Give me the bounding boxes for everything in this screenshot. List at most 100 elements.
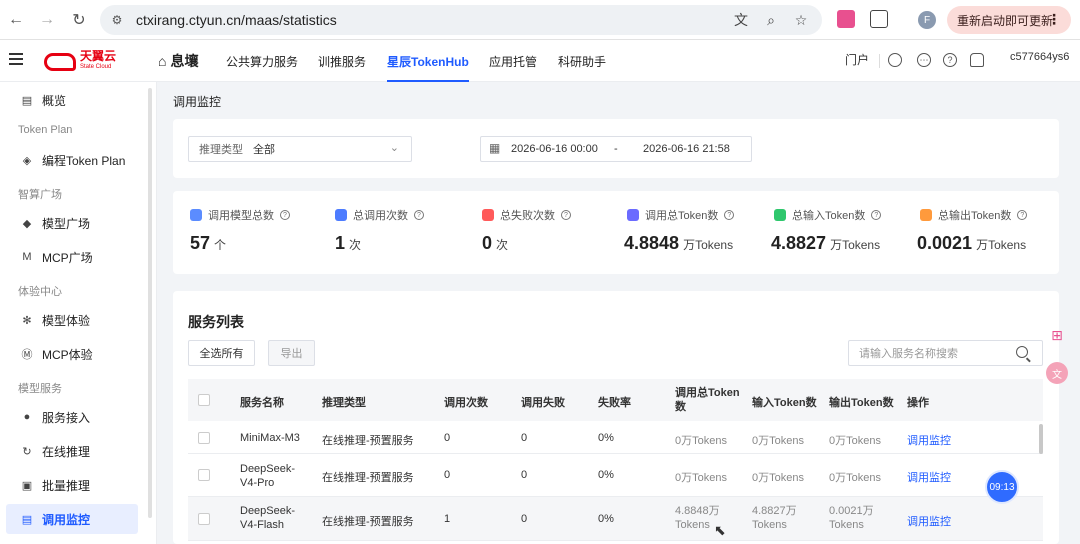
tokens-icon xyxy=(627,209,639,221)
nav-public-compute[interactable]: 公共算力服务 xyxy=(226,40,298,82)
monitor-link[interactable]: 调用监控 xyxy=(907,513,951,529)
input-tokens-icon xyxy=(774,209,786,221)
sidebar-item-batch-inference[interactable]: ▣ 批量推理 xyxy=(6,470,138,500)
portal-link[interactable]: 门户 xyxy=(845,51,869,68)
row-checkbox[interactable] xyxy=(198,469,210,481)
sidebar-item-model-plaza[interactable]: ◆ 模型广场 xyxy=(6,208,138,238)
mcp-circle-icon: Ⓜ xyxy=(21,349,33,361)
restart-update-button[interactable]: 重新启动即可更新 ⋮ xyxy=(947,6,1071,34)
col-calls[interactable]: 调用次数 xyxy=(444,394,488,410)
help-icon[interactable]: ? xyxy=(871,210,882,220)
row-checkbox[interactable] xyxy=(198,513,210,525)
help-icon[interactable]: ? xyxy=(724,210,735,220)
inference-type-value: 全部 xyxy=(253,144,275,156)
table-header: 服务名称 推理类型 调用次数 调用失败 失败率 调用总Token数 输入Toke… xyxy=(188,379,1043,421)
chat-icon[interactable]: ⋯ xyxy=(917,53,931,67)
bookmark-star-icon[interactable]: ☆ xyxy=(792,11,810,29)
reload-icon[interactable]: ↻ xyxy=(68,9,90,31)
sidebar-group-model-service: 模型服务 xyxy=(18,383,62,395)
sidebar-item-online-inference[interactable]: ↻ 在线推理 xyxy=(6,436,138,466)
help-icon[interactable]: ? xyxy=(414,210,424,220)
col-rate[interactable]: 失败率 xyxy=(598,394,631,410)
col-total-tokens[interactable]: 调用总Token数 xyxy=(675,386,741,414)
col-fails[interactable]: 调用失败 xyxy=(521,394,565,410)
inference-type-select[interactable]: 推理类型 全部 ⌄ xyxy=(188,136,412,162)
sidebar-group-token-plan: Token Plan xyxy=(18,124,73,136)
search-icon[interactable] xyxy=(1016,346,1028,358)
nav-tokenhub[interactable]: 星辰TokenHub xyxy=(387,40,469,82)
date-range-picker[interactable]: ▦ 2026-06-16 00:00 - 2026-06-16 21:58 xyxy=(480,136,752,162)
nav-home-label: 息壤 xyxy=(170,53,199,69)
service-search-input[interactable]: 请输入服务名称搜索 xyxy=(848,340,1043,366)
back-icon[interactable]: ← xyxy=(5,9,27,31)
help-icon[interactable]: ? xyxy=(280,210,290,220)
failures-icon xyxy=(482,209,494,221)
service-list-title: 服务列表 xyxy=(188,314,244,330)
export-button[interactable]: 导出 xyxy=(268,340,315,366)
sidebar-item-token-plan[interactable]: ◈ 编程Token Plan xyxy=(6,145,138,175)
col-input-tokens[interactable]: 输入Token数 xyxy=(752,394,817,410)
sidebar-scrollbar[interactable] xyxy=(148,88,152,518)
logo-sub: State Cloud xyxy=(80,64,112,70)
sidebar: ▤ 概览 Token Plan ◈ 编程Token Plan 智算广场 ◆ 模型广场 … xyxy=(0,82,157,544)
monitor-link[interactable]: 调用监控 xyxy=(907,469,951,485)
clock-badge[interactable]: 09:13 xyxy=(985,470,1019,504)
batch-icon: ▣ xyxy=(21,479,33,492)
more-vert-icon[interactable]: ⋮ xyxy=(1047,11,1061,28)
address-bar[interactable]: ⚙ ctxirang.ctyun.cn/maas/statistics 文 ⌕ … xyxy=(100,5,822,35)
help-icon[interactable]: ? xyxy=(561,210,571,220)
monitor-link[interactable]: 调用监控 xyxy=(907,432,951,448)
plug-icon: ● xyxy=(23,411,31,423)
sidebar-group-experience: 体验中心 xyxy=(18,286,62,298)
profile-avatar[interactable]: F xyxy=(918,11,936,29)
col-type[interactable]: 推理类型 xyxy=(322,394,366,410)
mcp-icon: M xyxy=(22,251,32,263)
spark-icon: ✻ xyxy=(22,314,32,327)
nav-home[interactable]: ⌂ 息壤 xyxy=(158,40,198,82)
row-checkbox[interactable] xyxy=(198,432,210,444)
extension-icon[interactable] xyxy=(837,10,855,28)
search-icon[interactable] xyxy=(888,53,902,67)
token-icon: ◈ xyxy=(22,154,32,167)
table-row[interactable]: DeepSeek-V4-Pro 在线推理-预置服务 0 0 0% 0万Token… xyxy=(188,454,1043,497)
sidebar-item-mcp-experience[interactable]: Ⓜ MCP体验 xyxy=(6,339,138,369)
sidebar-item-model-experience[interactable]: ✻ 模型体验 xyxy=(6,305,138,335)
select-all-checkbox[interactable] xyxy=(198,394,210,406)
sidebar-item-overview[interactable]: ▤ 概览 xyxy=(6,85,138,115)
table-row[interactable]: DeepSeek-V4-Flash 在线推理-预置服务 1 0 0% 4.884… xyxy=(188,497,1043,541)
date-start[interactable]: 2026-06-16 00:00 xyxy=(511,143,598,155)
col-output-tokens[interactable]: 输出Token数 xyxy=(829,394,894,410)
url-text[interactable]: ctxirang.ctyun.cn/maas/statistics xyxy=(136,12,337,28)
translate-float-icon[interactable]: 文 xyxy=(1046,362,1068,384)
home-icon: ⌂ xyxy=(158,53,167,69)
logo[interactable]: 天翼云 State Cloud xyxy=(44,50,116,73)
table-row[interactable]: MiniMax-M3 在线推理-预置服务 0 0 0% 0万Tokens 0万T… xyxy=(188,421,1043,454)
date-end[interactable]: 2026-06-16 21:58 xyxy=(643,143,730,155)
inference-type-label: 推理类型 xyxy=(199,144,243,156)
table-scrollbar[interactable] xyxy=(1039,424,1043,454)
apps-add-icon[interactable]: ⊞ xyxy=(1046,324,1068,346)
select-all-button[interactable]: 全选所有 xyxy=(188,340,255,366)
logo-mark xyxy=(44,53,76,71)
nav-app-hosting[interactable]: 应用托管 xyxy=(489,40,537,82)
site-info-icon[interactable]: ⚙ xyxy=(108,11,126,29)
sidebar-item-call-monitor[interactable]: ▤ 调用监控 xyxy=(6,504,138,534)
col-name[interactable]: 服务名称 xyxy=(240,394,284,410)
nav-research-assistant[interactable]: 科研助手 xyxy=(558,40,606,82)
help-icon[interactable]: ? xyxy=(943,53,957,67)
calendar-icon: ▦ xyxy=(489,141,501,155)
sidebar-item-service-access[interactable]: ● 服务接入 xyxy=(6,402,138,432)
date-separator: - xyxy=(614,143,618,155)
app-header: 天翼云 State Cloud ⌂ 息壤 公共算力服务 训推服务 星辰Token… xyxy=(0,40,1080,82)
menu-icon[interactable] xyxy=(9,53,23,65)
forward-icon[interactable]: → xyxy=(36,9,58,31)
translate-icon[interactable]: 文 xyxy=(732,11,750,29)
nav-training[interactable]: 训推服务 xyxy=(318,40,366,82)
user-account[interactable]: c577664ys6 xyxy=(1010,51,1069,63)
extensions-puzzle-icon[interactable] xyxy=(870,10,888,28)
zoom-icon[interactable]: ⌕ xyxy=(762,11,780,29)
sidebar-item-mcp-plaza[interactable]: M MCP广场 xyxy=(6,242,138,272)
bell-icon[interactable] xyxy=(970,53,984,67)
help-icon[interactable]: ? xyxy=(1017,210,1028,220)
col-action: 操作 xyxy=(907,397,929,409)
